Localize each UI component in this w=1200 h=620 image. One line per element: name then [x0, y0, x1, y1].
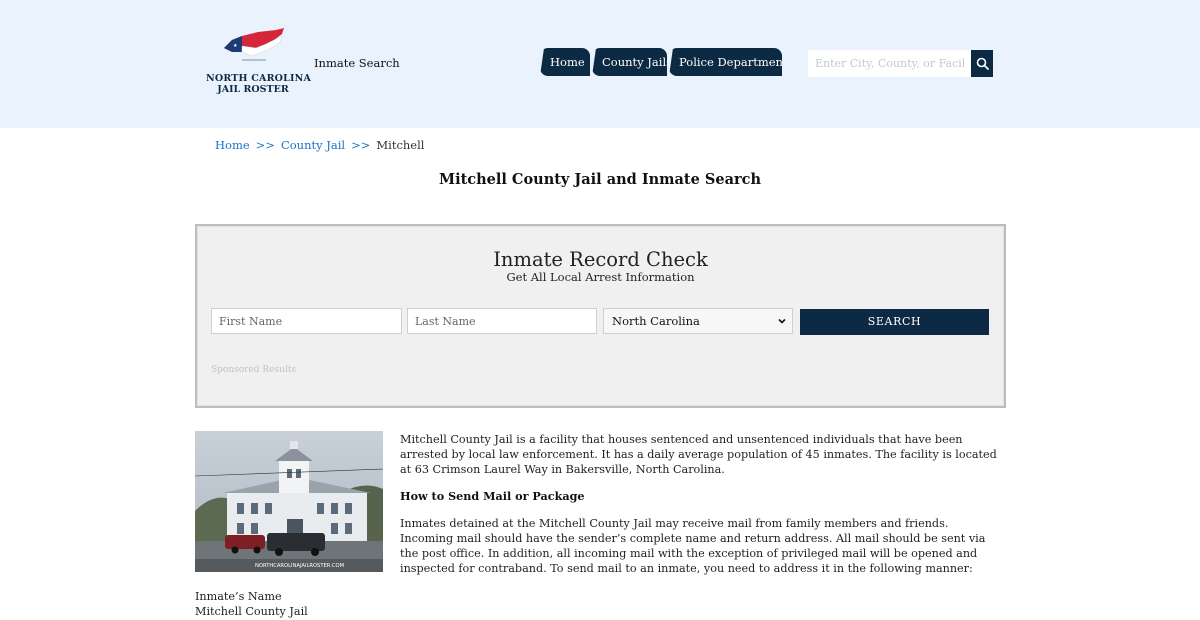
- breadcrumb-home[interactable]: Home: [215, 138, 250, 152]
- mail-heading: How to Send Mail or Package: [400, 489, 585, 503]
- breadcrumb-separator: >>: [255, 138, 275, 152]
- breadcrumb-separator: >>: [351, 138, 371, 152]
- page-title: Mitchell County Jail and Inmate Search: [439, 171, 761, 188]
- sponsored-results-label: Sponsored Results: [211, 365, 297, 375]
- jail-building-image: NORTHCAROLINAJAILROSTER.COM: [195, 431, 383, 572]
- site-logo[interactable]: ★ NORTH CAROLINA JAIL ROSTER: [206, 26, 312, 98]
- site-name-link[interactable]: Inmate Search: [314, 56, 400, 70]
- search-icon: [976, 57, 989, 70]
- panel-subtitle: Get All Local Arrest Information: [506, 270, 695, 284]
- state-select-value: North Carolina: [612, 314, 700, 328]
- breadcrumb: Home >> County Jail >> Mitchell: [215, 138, 424, 152]
- main-nav: Home County Jails Police Departments: [540, 48, 784, 76]
- panel-title: Inmate Record Check: [493, 248, 708, 271]
- logo-text-line2: JAIL ROSTER: [217, 84, 289, 95]
- nav-police-departments[interactable]: Police Departments: [669, 48, 782, 76]
- facility-description: Mitchell County Jail is a facility that …: [400, 432, 1002, 588]
- inmate-record-check-panel: Inmate Record Check Get All Local Arrest…: [195, 224, 1006, 408]
- site-header: ★ NORTH CAROLINA JAIL ROSTER Inmate Sear…: [0, 0, 1200, 128]
- svg-text:★: ★: [233, 43, 238, 49]
- mailing-address: Inmate’s Name Mitchell County Jail: [195, 589, 308, 619]
- last-name-input[interactable]: [407, 308, 597, 334]
- site-search-input[interactable]: [808, 50, 971, 77]
- intro-paragraph: Mitchell County Jail is a facility that …: [400, 433, 997, 476]
- address-line-1: Inmate’s Name: [195, 590, 282, 603]
- nav-home[interactable]: Home: [540, 48, 590, 76]
- mail-paragraph: Inmates detained at the Mitchell County …: [400, 517, 986, 575]
- nc-flag-map-icon: ★: [224, 28, 284, 61]
- jail-building-photo: NORTHCAROLINAJAILROSTER.COM: [195, 431, 383, 572]
- first-name-input[interactable]: [211, 308, 402, 334]
- nav-county-jails[interactable]: County Jails: [592, 48, 667, 76]
- site-search-button[interactable]: [971, 50, 993, 77]
- chevron-down-icon: [778, 318, 786, 324]
- photo-watermark: NORTHCAROLINAJAILROSTER.COM: [255, 563, 344, 569]
- record-search-button[interactable]: SEARCH: [800, 309, 989, 335]
- breadcrumb-current: Mitchell: [376, 138, 425, 152]
- breadcrumb-county-jail[interactable]: County Jail: [281, 138, 345, 152]
- state-select[interactable]: North Carolina: [603, 308, 793, 334]
- logo-text-line1: NORTH CAROLINA: [206, 73, 312, 84]
- address-line-2: Mitchell County Jail: [195, 605, 308, 618]
